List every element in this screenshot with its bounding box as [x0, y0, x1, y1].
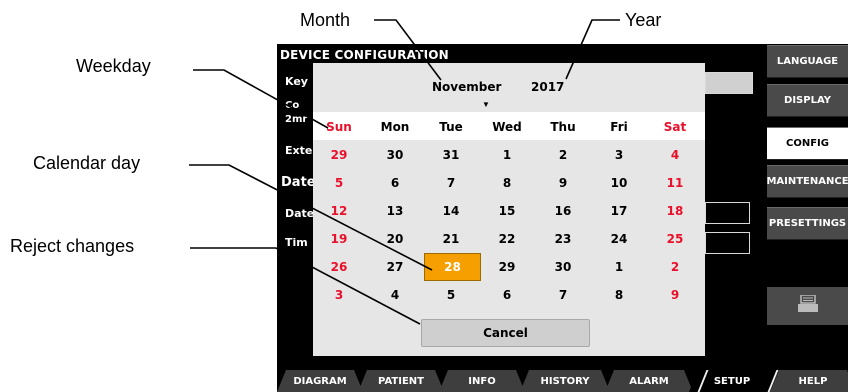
tab-label: SETUP [713, 375, 751, 387]
calendar-day[interactable]: 2 [655, 260, 695, 274]
tab-info[interactable]: INFO [439, 370, 525, 392]
calendar-day[interactable]: 9 [655, 288, 695, 302]
calendar-day[interactable]: 29 [319, 148, 359, 162]
device-title: DEVICE CONFIGURATION [280, 48, 449, 62]
calendar-day[interactable]: 10 [599, 176, 639, 190]
weekday-label: Sun [326, 120, 352, 134]
callout-weekday: Weekday [76, 56, 151, 76]
weekday-label: Thu [550, 120, 576, 134]
presettings-button[interactable]: PRESETTINGS [767, 207, 848, 240]
printer-icon [797, 293, 819, 318]
tab-help[interactable]: HELP [770, 370, 848, 392]
background-label: Key [285, 75, 308, 88]
background-label: Exte [285, 144, 313, 157]
calendar-day[interactable]: 30 [543, 260, 583, 274]
calendar-day[interactable]: 30 [375, 148, 415, 162]
cancel-button-label: Cancel [483, 326, 528, 340]
tab-label: ALARM [629, 375, 669, 387]
weekday-label: Wed [492, 120, 522, 134]
calendar-day[interactable]: 9 [543, 176, 583, 190]
calendar-day[interactable]: 6 [375, 176, 415, 190]
background-label: Co [285, 100, 300, 111]
calendar-day[interactable]: 7 [543, 288, 583, 302]
calendar-day[interactable]: 5 [319, 176, 359, 190]
calendar-day[interactable]: 27 [375, 260, 415, 274]
bottom-tab-bar: DIAGRAM PATIENT INFO HISTORY ALARM SETUP… [277, 370, 848, 392]
calendar-day[interactable]: 25 [655, 232, 695, 246]
calendar-day[interactable]: 5 [431, 288, 471, 302]
calendar-day[interactable]: 7 [431, 176, 471, 190]
calendar-day[interactable]: 20 [375, 232, 415, 246]
calendar-day[interactable]: 22 [487, 232, 527, 246]
calendar-day[interactable]: 31 [431, 148, 471, 162]
weekday-label: Sat [663, 120, 687, 134]
calendar-day[interactable]: 19 [319, 232, 359, 246]
tab-alarm[interactable]: ALARM [605, 370, 693, 392]
background-heading: Date [281, 175, 316, 190]
tab-label: HELP [798, 375, 828, 387]
calendar-day[interactable]: 8 [487, 176, 527, 190]
tab-label: PATIENT [378, 375, 424, 387]
background-field [705, 72, 753, 94]
callout-calendar-day: Calendar day [33, 153, 141, 173]
tab-label: INFO [468, 375, 496, 387]
display-button[interactable]: DISPLAY [767, 84, 848, 117]
language-button-label: LANGUAGE [776, 56, 839, 67]
maintenance-button-label: MAINTENANCE [766, 176, 848, 187]
calendar-day[interactable]: 18 [655, 204, 695, 218]
tab-label: DIAGRAM [293, 375, 347, 387]
calendar-day[interactable]: 24 [599, 232, 639, 246]
calendar-day[interactable]: 16 [543, 204, 583, 218]
triangle-down-icon[interactable]: ▼ [482, 100, 490, 109]
month-selector[interactable]: November [432, 80, 501, 94]
callout-reject-changes: Reject changes [10, 236, 135, 256]
date-field[interactable] [705, 202, 750, 224]
background-label: Tim [285, 236, 308, 249]
tab-diagram[interactable]: DIAGRAM [277, 370, 363, 392]
background-label: 2mr [285, 114, 308, 125]
calendar-day[interactable]: 6 [487, 288, 527, 302]
callout-year: Year [625, 10, 662, 30]
calendar-day[interactable]: 4 [655, 148, 695, 162]
calendar-day[interactable]: 11 [655, 176, 695, 190]
year-selector[interactable]: 2017 [531, 80, 564, 94]
calendar-day[interactable]: 3 [599, 148, 639, 162]
calendar-day[interactable]: 13 [375, 204, 415, 218]
cancel-button[interactable]: Cancel [421, 319, 590, 347]
tab-history[interactable]: HISTORY [520, 370, 610, 392]
calendar-day[interactable]: 4 [375, 288, 415, 302]
print-button[interactable] [767, 287, 848, 325]
display-button-label: DISPLAY [784, 95, 831, 106]
config-button-label: CONFIG [786, 138, 829, 149]
calendar-day[interactable]: 8 [599, 288, 639, 302]
selected-day[interactable]: 28 [424, 253, 481, 281]
calendar-day[interactable]: 17 [599, 204, 639, 218]
calendar-day[interactable]: 12 [319, 204, 359, 218]
calendar-day[interactable]: 21 [431, 232, 471, 246]
calendar-day[interactable]: 15 [487, 204, 527, 218]
weekday-label: Tue [439, 120, 463, 134]
language-button[interactable]: LANGUAGE [767, 45, 848, 78]
presettings-button-label: PRESETTINGS [768, 218, 847, 229]
calendar-day[interactable]: 29 [487, 260, 527, 274]
calendar-day[interactable]: 23 [543, 232, 583, 246]
calendar-day[interactable]: 1 [487, 148, 527, 162]
callout-month: Month [300, 10, 351, 30]
calendar-day[interactable]: 26 [319, 260, 359, 274]
weekday-label: Mon [380, 120, 410, 134]
calendar-day[interactable]: 14 [431, 204, 471, 218]
tab-patient[interactable]: PATIENT [358, 370, 444, 392]
weekday-label: Fri [610, 120, 628, 134]
calendar-day[interactable]: 3 [319, 288, 359, 302]
time-field[interactable] [705, 232, 750, 254]
calendar-day[interactable]: 2 [543, 148, 583, 162]
calendar-popup: November 2017 ▼ Sun Mon Tue Wed Thu Fri Sat 29 3… [313, 63, 705, 356]
background-label: Date [285, 207, 315, 220]
tab-label: HISTORY [540, 375, 590, 387]
maintenance-button[interactable]: MAINTENANCE [766, 165, 848, 198]
calendar-day[interactable]: 1 [599, 260, 639, 274]
config-button[interactable]: CONFIG [767, 127, 848, 160]
